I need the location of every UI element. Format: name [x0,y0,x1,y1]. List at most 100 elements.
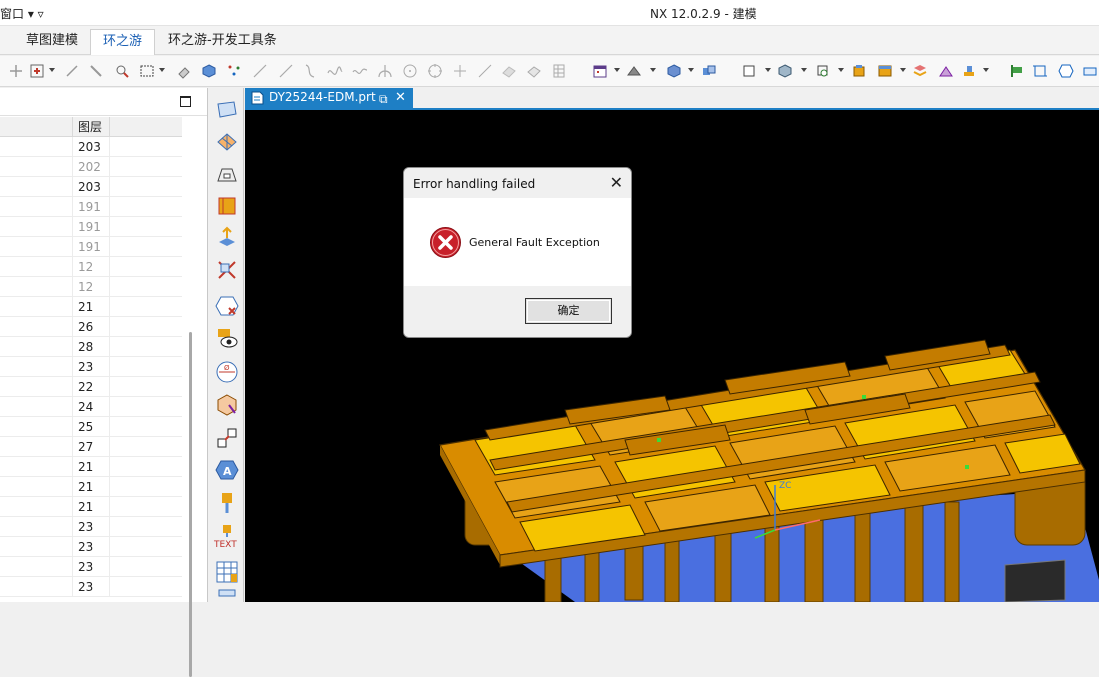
box-3d-icon[interactable] [777,63,793,79]
wedge-icon[interactable] [938,63,954,79]
frame-icon[interactable] [1032,63,1048,79]
chevron-down-icon[interactable] [49,68,55,72]
table-row[interactable]: 21 [0,497,182,517]
table-row[interactable]: 26 [0,317,182,337]
table-row[interactable]: 21 [0,477,182,497]
measure-icon[interactable] [815,63,831,79]
diameter-circle-icon[interactable]: Ø [215,360,239,384]
table-row[interactable]: 12 [0,277,182,297]
table-row[interactable]: 191 [0,217,182,237]
spline-icon[interactable] [327,63,343,79]
table-row[interactable]: 23 [0,557,182,577]
green-flag-icon[interactable] [1008,63,1024,79]
tab-huanzhiyou[interactable]: 环之游 [90,29,156,55]
more-resource-icon[interactable] [215,588,239,612]
table-row[interactable]: 23 [0,357,182,377]
two-cube-icon[interactable] [701,63,717,79]
table-row[interactable]: 23 [0,537,182,557]
table-row[interactable]: 12 [0,257,182,277]
cube-wizard-icon[interactable] [215,393,239,417]
solid-cube-icon[interactable] [666,63,682,79]
circle-point-icon[interactable] [427,63,443,79]
window-menu[interactable]: 窗口 ▾ ▿ [0,5,44,22]
trapezoid-icon[interactable] [215,162,239,186]
chevron-down-icon[interactable] [838,68,844,72]
mesh-surface-icon[interactable] [215,130,239,154]
eraser-icon[interactable] [176,63,192,79]
arc-up-icon[interactable] [377,63,393,79]
chevron-down-icon[interactable] [983,68,989,72]
hexagon-icon[interactable] [1058,63,1074,79]
table-row[interactable]: 24 [0,397,182,417]
wave-icon[interactable] [352,63,368,79]
table-row[interactable]: 191 [0,237,182,257]
column-header-layer[interactable]: 图层 [72,117,110,137]
table-row[interactable]: 203 [0,137,182,157]
cube-blue-icon[interactable] [201,63,217,79]
table-row[interactable]: 22 [0,377,182,397]
table-row[interactable]: 21 [0,297,182,317]
graphics-viewport[interactable]: ZC [245,110,1099,602]
calendar-icon[interactable] [592,63,608,79]
tab-sketch-modeling[interactable]: 草图建模 [14,29,90,55]
square-outline-icon[interactable] [741,63,757,79]
arc-icon[interactable] [302,63,318,79]
hexagon-x-icon[interactable] [215,294,239,318]
table-grid-icon[interactable] [215,560,239,584]
hat-icon[interactable] [626,63,642,79]
chevron-down-icon[interactable] [688,68,694,72]
table-row[interactable]: 25 [0,417,182,437]
extrude-up-icon[interactable] [215,226,239,250]
tools-cross-icon[interactable] [215,258,239,282]
diag-line-icon[interactable] [477,63,493,79]
document-tab[interactable]: DY25244-EDM.prt ⧉ ✕ [245,88,413,109]
chevron-down-icon[interactable] [650,68,656,72]
cross-icon[interactable] [452,63,468,79]
brush-icon[interactable] [88,63,104,79]
table-row[interactable]: 28 [0,337,182,357]
tab-huanzhiyou-devtools[interactable]: 环之游-开发工具条 [156,29,289,55]
dialog-close-icon[interactable]: ✕ [610,173,623,192]
hexagon-a-icon[interactable]: A [215,458,239,482]
layer-block-icon[interactable] [877,63,893,79]
tool-orange-icon[interactable] [961,63,977,79]
move-icon[interactable] [8,63,24,79]
orange-panel-icon[interactable] [215,194,239,218]
popout-icon[interactable]: ⧉ [379,90,388,109]
orange-block-icon[interactable] [851,63,867,79]
vertical-scrollbar[interactable] [189,332,192,677]
select-filter-icon[interactable] [114,63,130,79]
eye-tool-icon[interactable] [215,326,239,350]
scale-boxes-icon[interactable] [215,426,239,450]
layer-cell: 191 [72,237,110,257]
surface-icon[interactable] [501,63,517,79]
table-row[interactable]: 21 [0,457,182,477]
line-2-icon[interactable] [278,63,294,79]
curve-tool-icon[interactable] [64,63,80,79]
table-row[interactable]: 202 [0,157,182,177]
table-row[interactable]: 203 [0,177,182,197]
table-row[interactable]: 23 [0,577,182,597]
ok-button[interactable]: 确定 [525,298,612,324]
table-row[interactable]: 23 [0,517,182,537]
table-row[interactable]: 191 [0,197,182,217]
chevron-down-icon[interactable] [159,68,165,72]
close-tab-icon[interactable]: ✕ [395,88,406,107]
sheet-icon[interactable] [215,98,239,122]
grid-icon[interactable] [551,63,567,79]
chevron-down-icon[interactable] [900,68,906,72]
circle-icon[interactable] [402,63,418,79]
probe-icon[interactable] [215,491,239,515]
stack-icon[interactable] [912,63,928,79]
mesh-icon[interactable] [526,63,542,79]
more-tools-icon[interactable] [1082,63,1098,79]
chevron-down-icon[interactable] [614,68,620,72]
scatter-points-icon[interactable] [226,63,242,79]
snap-point-icon[interactable] [29,63,45,79]
box-select-icon[interactable] [139,63,155,79]
table-row[interactable]: 27 [0,437,182,457]
chevron-down-icon[interactable] [765,68,771,72]
maximize-icon[interactable] [180,96,191,107]
line-icon[interactable] [252,63,268,79]
chevron-down-icon[interactable] [801,68,807,72]
